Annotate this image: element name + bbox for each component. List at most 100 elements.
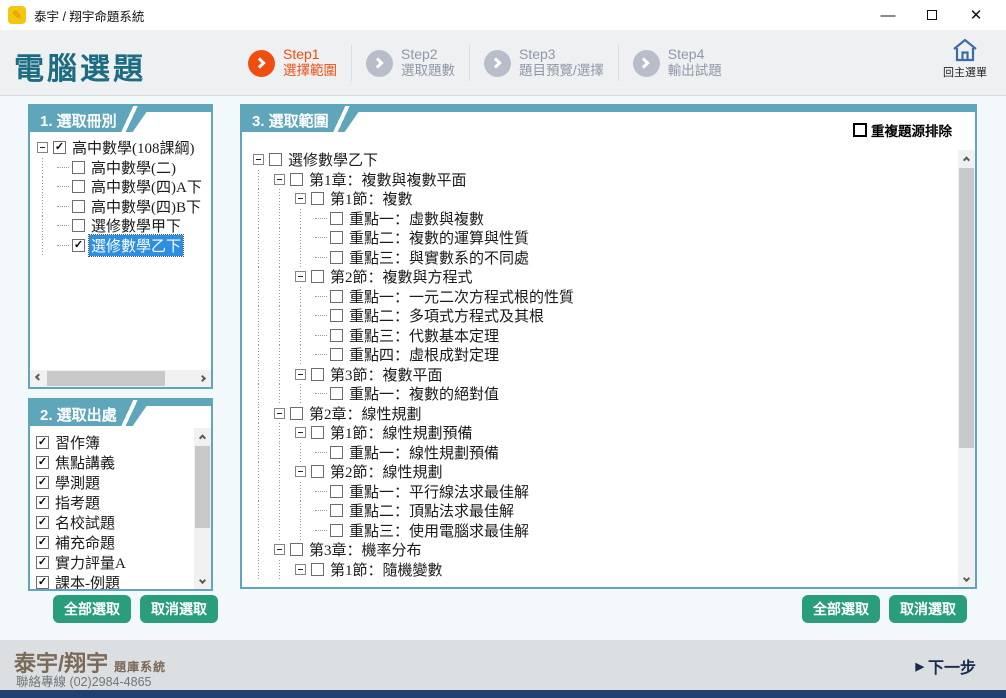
- tree-item[interactable]: 重點三：使用電腦求最佳解: [250, 521, 956, 541]
- scroll-up-button[interactable]: [958, 150, 975, 167]
- tree-item-label[interactable]: 重點二：頂點法求最佳解: [347, 500, 516, 521]
- tree-item[interactable]: 第1節：線性規劃預備: [250, 423, 956, 443]
- checkbox[interactable]: [330, 231, 343, 244]
- tree-item[interactable]: 第1章：複數與複數平面: [250, 170, 956, 190]
- checkbox[interactable]: [853, 123, 867, 137]
- tree-item-label[interactable]: 選修數學乙下: [286, 150, 380, 170]
- horizontal-scrollbar[interactable]: [30, 370, 211, 387]
- scroll-down-button[interactable]: [958, 570, 975, 587]
- tree-item-label[interactable]: 重點二：多項式方程式及其根: [347, 305, 546, 326]
- tree-item[interactable]: ✓ 選修數學乙下: [34, 236, 209, 256]
- tree-item[interactable]: 第2節：複數與方程式: [250, 267, 956, 287]
- checkbox[interactable]: [330, 348, 343, 361]
- checkbox[interactable]: [311, 192, 324, 205]
- checkbox[interactable]: [330, 251, 343, 264]
- checkbox[interactable]: ✓: [36, 556, 49, 569]
- close-button[interactable]: ✕: [954, 1, 998, 29]
- tree-collapse-icon[interactable]: [295, 427, 306, 438]
- vertical-scrollbar[interactable]: [194, 428, 211, 589]
- list-item-label[interactable]: 實力評量A: [53, 552, 128, 573]
- tree-item-label[interactable]: 第2節：線性規劃: [328, 461, 445, 482]
- tree-item[interactable]: ✓高中數學(108課綱): [34, 138, 209, 158]
- tree-item[interactable]: 第2節：線性規劃: [250, 462, 956, 482]
- tree-item-label[interactable]: 第2章：線性規劃: [307, 403, 424, 424]
- tree-collapse-icon[interactable]: [274, 544, 285, 555]
- tree-item-label[interactable]: 重點一：複數的絕對值: [347, 383, 501, 404]
- step-1[interactable]: Step1 選擇範圍: [248, 46, 337, 80]
- tree-item[interactable]: 選修數學甲下: [34, 216, 209, 236]
- tree-item-label[interactable]: 重點一：一元二次方程式根的性質: [347, 286, 576, 307]
- checkbox[interactable]: [330, 212, 343, 225]
- checkbox[interactable]: ✓: [36, 496, 49, 509]
- list-item-label[interactable]: 習作簿: [53, 432, 102, 453]
- tree-item-label[interactable]: 重點一：虛數與複數: [347, 208, 486, 229]
- list-item[interactable]: ✓課本-例題: [36, 572, 192, 589]
- vertical-scrollbar[interactable]: [958, 150, 975, 587]
- tree-item-label[interactable]: 重點四：虛根成對定理: [347, 344, 501, 365]
- checkbox[interactable]: [330, 309, 343, 322]
- list-item-label[interactable]: 學測題: [53, 472, 102, 493]
- scroll-down-button[interactable]: [194, 572, 211, 589]
- list-item[interactable]: ✓ 習作簿: [36, 432, 192, 452]
- tree-item-label[interactable]: 高中數學(二): [89, 157, 178, 178]
- checkbox[interactable]: [290, 407, 303, 420]
- checkbox[interactable]: [330, 446, 343, 459]
- scroll-left-button[interactable]: [30, 370, 47, 387]
- tree-item-label[interactable]: 高中數學(四)B下: [89, 196, 203, 217]
- checkbox[interactable]: ✓: [36, 436, 49, 449]
- checkbox[interactable]: ✓: [36, 576, 49, 589]
- tree-item[interactable]: 重點一：一元二次方程式根的性質: [250, 287, 956, 307]
- tree-item-label[interactable]: 第1章：複數與複數平面: [307, 169, 469, 190]
- tree-item-label[interactable]: 第1節：複數: [328, 188, 415, 209]
- checkbox[interactable]: [330, 485, 343, 498]
- tree-item-label[interactable]: 第2節：複數與方程式: [328, 266, 475, 287]
- checkbox[interactable]: [311, 465, 324, 478]
- checkbox[interactable]: [72, 180, 85, 193]
- tree-item-label[interactable]: 重點二：複數的運算與性質: [347, 227, 531, 248]
- tree-collapse-icon[interactable]: [274, 408, 285, 419]
- checkbox[interactable]: [330, 387, 343, 400]
- duplicate-source-filter[interactable]: 重複題源排除: [850, 119, 955, 141]
- checkbox[interactable]: ✓: [36, 476, 49, 489]
- step-2[interactable]: Step2 選取題數: [366, 46, 455, 80]
- tree-collapse-icon[interactable]: [274, 174, 285, 185]
- maximize-button[interactable]: [910, 1, 954, 29]
- home-button[interactable]: 回主選單: [934, 38, 996, 80]
- tree-item-label[interactable]: 重點一：平行線法求最佳解: [347, 481, 531, 502]
- checkbox[interactable]: [72, 200, 85, 213]
- checkbox[interactable]: [330, 524, 343, 537]
- checkbox[interactable]: ✓: [36, 536, 49, 549]
- tree-item[interactable]: 高中數學(二): [34, 158, 209, 178]
- tree-item[interactable]: 重點一：複數的絕對值: [250, 384, 956, 404]
- list-item[interactable]: ✓ 補充命題: [36, 532, 192, 552]
- tree-item-label[interactable]: 第1節：線性規劃預備: [328, 422, 475, 443]
- checkbox[interactable]: [330, 504, 343, 517]
- tree-item-label[interactable]: 選修數學乙下: [89, 235, 183, 256]
- minimize-button[interactable]: —: [866, 1, 910, 29]
- list-item-label[interactable]: 名校試題: [53, 512, 117, 533]
- list-item[interactable]: ✓ 指考題: [36, 492, 192, 512]
- checkbox[interactable]: [311, 563, 324, 576]
- tree-item[interactable]: 高中數學(四)B下: [34, 197, 209, 217]
- tree-item-label[interactable]: 高中數學(四)A下: [89, 176, 204, 197]
- tree-item-label[interactable]: 高中數學(108課綱): [70, 137, 197, 158]
- scroll-up-button[interactable]: [194, 428, 211, 445]
- checkbox[interactable]: [311, 426, 324, 439]
- tree-collapse-icon[interactable]: [37, 142, 48, 153]
- checkbox[interactable]: ✓: [72, 239, 85, 252]
- tree-item-label[interactable]: 第3章：機率分布: [307, 539, 424, 560]
- list-item-label[interactable]: 焦點講義: [53, 452, 117, 473]
- list-item-label[interactable]: 補充命題: [53, 532, 117, 553]
- checkbox[interactable]: [72, 161, 85, 174]
- tree-item[interactable]: 重點一：虛數與複數: [250, 209, 956, 229]
- step-4[interactable]: Step4 輸出試題: [633, 46, 722, 80]
- tree-item[interactable]: 重點二：複數的運算與性質: [250, 228, 956, 248]
- list-item-label[interactable]: 指考題: [53, 492, 102, 513]
- checkbox[interactable]: [330, 329, 343, 342]
- tree-item[interactable]: 第1節：複數: [250, 189, 956, 209]
- deselect-all-button[interactable]: 取消選取: [140, 595, 218, 623]
- list-item[interactable]: ✓ 學測題: [36, 472, 192, 492]
- list-item[interactable]: ✓ 實力評量A: [36, 552, 192, 572]
- checkbox[interactable]: ✓: [36, 456, 49, 469]
- checkbox[interactable]: [72, 219, 85, 232]
